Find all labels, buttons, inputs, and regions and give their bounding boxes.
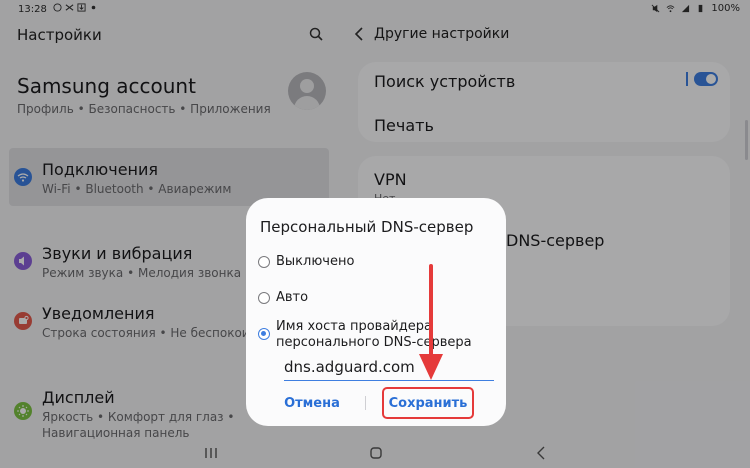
option-off-label[interactable]: Выключено xyxy=(276,254,354,270)
radio-off[interactable] xyxy=(258,256,270,268)
scrollbar[interactable] xyxy=(745,120,748,160)
radio-hostname[interactable] xyxy=(258,328,270,340)
cancel-button[interactable]: Отмена xyxy=(272,392,352,414)
radio-auto[interactable] xyxy=(258,292,270,304)
option-hostname-label[interactable]: Имя хоста провайдера xyxy=(276,319,432,335)
dialog-title: Персональный DNS-сервер xyxy=(260,218,474,236)
option-hostname-label-2[interactable]: персонального DNS-сервера xyxy=(276,335,472,351)
private-dns-dialog: Персональный DNS-сервер Выключено Авто И… xyxy=(246,198,506,426)
button-divider xyxy=(365,396,366,410)
save-highlight-box xyxy=(382,387,474,419)
dns-hostname-input[interactable] xyxy=(284,354,494,381)
option-auto-label[interactable]: Авто xyxy=(276,290,308,306)
